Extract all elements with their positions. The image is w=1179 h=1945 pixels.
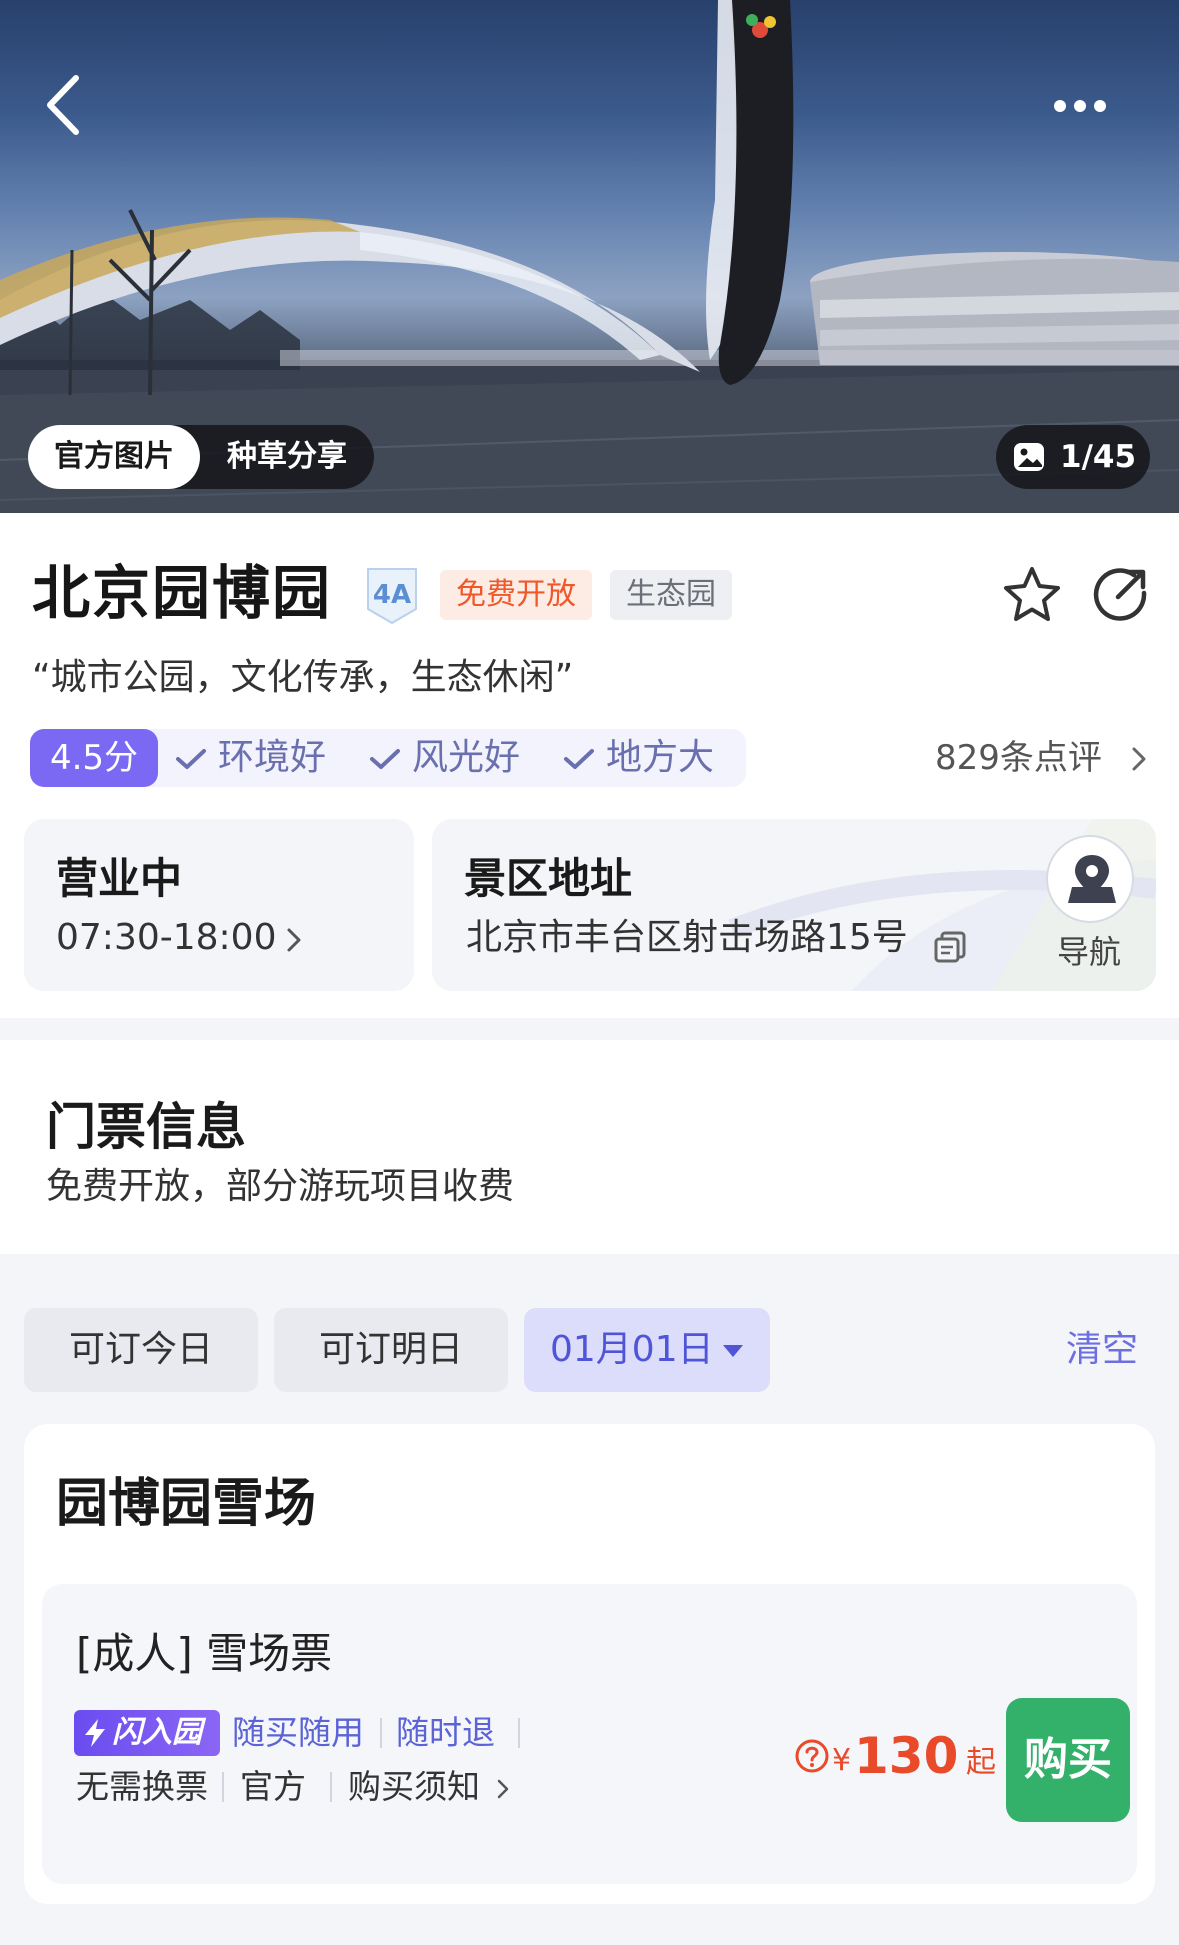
opening-hours: 07:30-18:00 — [56, 917, 277, 958]
navigation-circle — [1046, 835, 1134, 923]
chevron-right-icon — [1132, 747, 1146, 771]
address-text: 北京市丰台区射击场路15号 — [466, 917, 908, 958]
keyword-label: 地方大 — [606, 737, 715, 778]
date-picker-dropdown[interactable]: 01月01日 — [524, 1308, 770, 1392]
price-display: ¥ 130 起 — [794, 1710, 996, 1800]
ticket-item[interactable]: [成人] 雪场票 闪入园 随买随用 随时退 无需换票 官方 购买须知 ¥ 130… — [42, 1584, 1137, 1884]
product-card: 园博园雪场 [成人] 雪场票 闪入园 随买随用 随时退 无需换票 官方 购买须知… — [24, 1424, 1155, 1904]
feature-tag: 随买随用 — [232, 1713, 364, 1752]
photo-source-tabs: 官方图片 种草分享 — [28, 425, 374, 489]
price-value: 130 — [854, 1727, 959, 1785]
ticket-name: [成人] 雪场票 — [76, 1629, 333, 1678]
ticket-info-title: 门票信息 — [46, 1098, 246, 1156]
date-option-today[interactable]: 可订今日 — [24, 1308, 258, 1392]
hero-gallery[interactable]: 官方图片 种草分享 1/45 — [0, 0, 1179, 513]
flash-entry-badge: 闪入园 — [74, 1710, 220, 1756]
tab-official-photos[interactable]: 官方图片 — [28, 425, 200, 489]
more-dot-icon — [1094, 100, 1106, 112]
favorite-button[interactable] — [1000, 563, 1064, 627]
check-icon — [564, 749, 594, 769]
attraction-detail-page: 官方图片 种草分享 1/45 北京园博园 4A 免费开放 生态园 “城市公园，文… — [0, 0, 1179, 1945]
ticket-info-section: 门票信息 免费开放，部分游玩项目收费 — [0, 1040, 1179, 1254]
address-card: 景区地址 北京市丰台区射击场路15号 导航 — [432, 819, 1156, 991]
divider — [222, 1772, 224, 1802]
rating-score[interactable]: 4.5分 — [30, 729, 158, 787]
keyword-label: 环境好 — [218, 737, 327, 778]
check-icon — [176, 749, 206, 769]
divider — [330, 1772, 332, 1802]
navigation-button[interactable]: 导航 — [1022, 819, 1156, 991]
business-status: 营业中 — [56, 854, 183, 903]
reviews-link[interactable]: 829条点评 — [935, 729, 1146, 787]
free-entry-badge: 免费开放 — [440, 570, 592, 620]
price-suffix: 起 — [966, 1745, 996, 1780]
check-icon — [370, 749, 400, 769]
product-title: 园博园雪场 — [56, 1474, 317, 1534]
date-option-tomorrow[interactable]: 可订明日 — [274, 1308, 508, 1392]
copy-icon[interactable] — [932, 929, 968, 965]
divider — [518, 1718, 520, 1748]
tab-user-shares[interactable]: 种草分享 — [200, 425, 374, 489]
rating-tags: 4.5分 环境好 风光好 地方大 — [30, 729, 746, 787]
reviews-count: 829条点评 — [935, 738, 1102, 778]
chevron-left-icon — [47, 75, 79, 135]
divider — [380, 1718, 382, 1748]
grade-4a-badge: 4A — [367, 568, 417, 625]
opening-hours-card[interactable]: 营业中 07:30-18:00 — [24, 819, 414, 991]
address-label: 景区地址 — [464, 854, 633, 903]
navigation-label: 导航 — [1056, 933, 1121, 971]
buy-button[interactable]: 购买 — [1006, 1698, 1130, 1822]
attraction-info-card: 北京园博园 4A 免费开放 生态园 “城市公园，文化传承，生态休闲” 4.5分 — [0, 513, 1179, 1018]
clear-filter-button[interactable]: 清空 — [1066, 1308, 1138, 1392]
currency-symbol: ¥ — [832, 1743, 852, 1778]
star-icon — [1004, 567, 1060, 621]
booking-section: 可订今日 可订明日 01月01日 清空 园博园雪场 [成人] 雪场票 闪入园 随… — [0, 1254, 1179, 1945]
photo-counter[interactable]: 1/45 — [996, 425, 1150, 489]
category-badge: 生态园 — [610, 570, 732, 620]
selected-date: 01月01日 — [550, 1329, 714, 1370]
share-button[interactable] — [1088, 563, 1152, 627]
grade-4a-text: 4A — [373, 580, 411, 610]
lightning-icon — [85, 1719, 105, 1747]
attraction-slogan: “城市公园，文化传承，生态休闲” — [32, 657, 574, 698]
chevron-right-icon — [497, 1779, 509, 1799]
attribute-tag: 官方 — [240, 1767, 306, 1806]
image-icon — [1014, 443, 1044, 471]
back-button[interactable] — [40, 70, 88, 140]
location-pin-icon — [1068, 855, 1116, 903]
more-options-button[interactable] — [1040, 84, 1120, 128]
keyword-label: 风光好 — [412, 737, 521, 778]
photo-counter-text: 1/45 — [1060, 439, 1137, 475]
attraction-name: 北京园博园 — [32, 559, 333, 627]
purchase-notice-link[interactable]: 购买须知 — [348, 1762, 518, 1812]
share-icon — [1093, 568, 1147, 621]
feature-tag: 随时退 — [396, 1713, 495, 1752]
more-dot-icon — [1074, 100, 1086, 112]
question-icon[interactable] — [794, 1738, 830, 1774]
chevron-right-icon — [287, 928, 301, 952]
purchase-notice-label: 购买须知 — [348, 1767, 480, 1806]
flash-entry-label: 闪入园 — [112, 1715, 202, 1750]
ticket-info-description: 免费开放，部分游玩项目收费 — [46, 1166, 515, 1207]
more-dot-icon — [1054, 100, 1066, 112]
caret-down-icon — [723, 1345, 743, 1357]
attribute-tag: 无需换票 — [76, 1767, 208, 1806]
